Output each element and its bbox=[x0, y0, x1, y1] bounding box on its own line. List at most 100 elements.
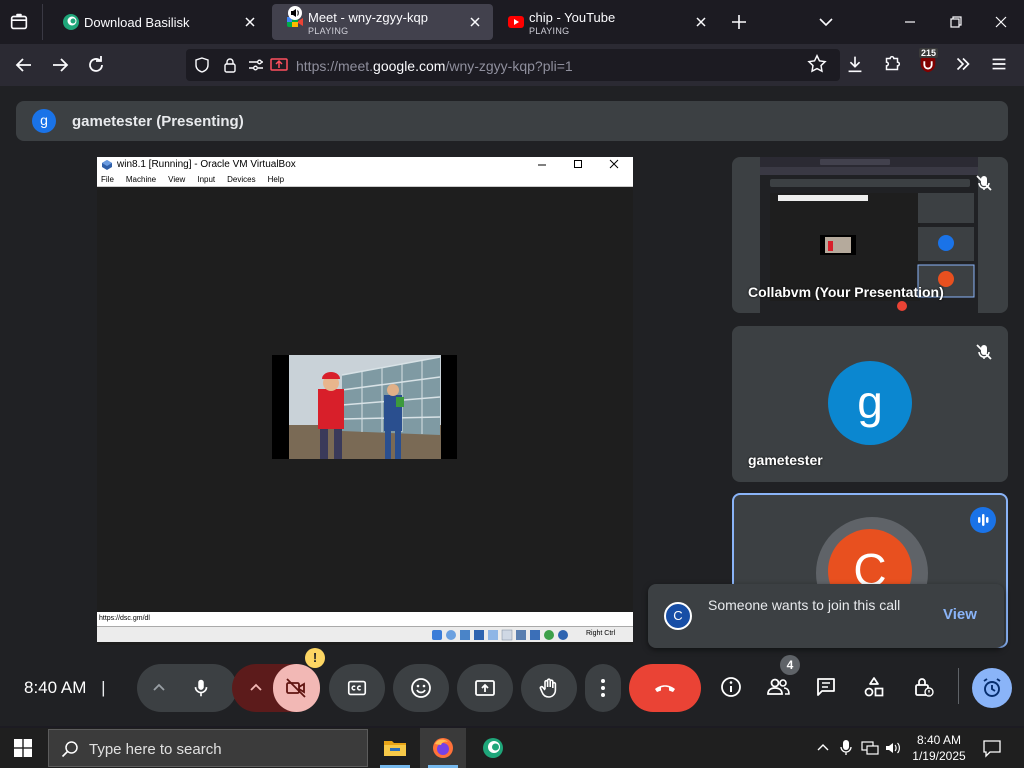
list-tabs-chevron-icon[interactable] bbox=[816, 12, 836, 32]
people-count-badge: 4 bbox=[780, 655, 800, 675]
vm-window-titlebar: win8.1 [Running] - Oracle VM VirtualBox bbox=[97, 157, 633, 173]
extension-badge: 215 bbox=[919, 48, 939, 58]
show-hidden-icons-chevron-icon[interactable] bbox=[815, 740, 831, 756]
mic-control-group bbox=[137, 664, 237, 712]
tab-playing-label: PLAYING bbox=[308, 26, 349, 36]
taskbar-date: 1/19/2025 bbox=[912, 749, 966, 763]
controls-divider bbox=[958, 668, 959, 704]
captions-button[interactable] bbox=[329, 664, 385, 712]
people-icon[interactable]: 4 bbox=[762, 655, 800, 703]
restore-icon[interactable] bbox=[946, 12, 966, 32]
taskbar-time: 8:40 AM bbox=[916, 733, 962, 747]
muted-mic-icon bbox=[974, 342, 994, 362]
participant-tile-gametester[interactable]: g gametester bbox=[732, 326, 1008, 482]
minimize-icon[interactable] bbox=[900, 12, 920, 32]
url-text[interactable]: https://meet.google.com/wny-zgyy-kqp?pli… bbox=[296, 58, 573, 74]
close-window-icon[interactable] bbox=[991, 12, 1011, 32]
audio-playing-icon[interactable] bbox=[288, 6, 302, 20]
ublock-extension-icon[interactable]: 215 bbox=[917, 48, 941, 77]
tab-divider bbox=[42, 4, 43, 40]
requester-avatar: C bbox=[664, 602, 692, 630]
tab-title: Download Basilisk bbox=[84, 15, 190, 30]
firefox-view-icon[interactable] bbox=[8, 11, 32, 35]
overflow-chevrons-icon[interactable] bbox=[952, 53, 976, 77]
camera-control-group: ! bbox=[232, 648, 325, 712]
participant-name: gametester bbox=[748, 452, 823, 468]
camera-warning-badge: ! bbox=[305, 648, 325, 668]
participant-tile-presentation[interactable]: Collabvm (Your Presentation) bbox=[732, 157, 1008, 313]
tracking-shield-icon[interactable] bbox=[194, 57, 210, 73]
hamburger-menu-icon[interactable] bbox=[988, 53, 1012, 77]
firefox-taskbar-icon[interactable] bbox=[420, 728, 466, 768]
windows-start-icon[interactable] bbox=[14, 739, 32, 757]
file-explorer-icon[interactable] bbox=[372, 728, 418, 768]
emoji-reactions-button[interactable] bbox=[393, 664, 449, 712]
vm-device-status-icons bbox=[430, 629, 580, 641]
virtualbox-icon bbox=[101, 159, 113, 171]
tab-title: Meet - wny-zgyy-kqp bbox=[308, 10, 428, 25]
raise-hand-button[interactable] bbox=[521, 664, 577, 712]
notifications-icon[interactable] bbox=[982, 738, 1002, 758]
activities-icon[interactable] bbox=[858, 671, 890, 703]
presented-screen[interactable]: win8.1 [Running] - Oracle VM VirtualBox … bbox=[97, 157, 633, 645]
more-options-button[interactable] bbox=[585, 664, 621, 712]
close-tab-icon[interactable] bbox=[693, 14, 709, 30]
join-request-text: Someone wants to join this call bbox=[708, 597, 901, 613]
close-tab-icon[interactable] bbox=[242, 14, 258, 30]
present-screen-button[interactable] bbox=[457, 664, 513, 712]
camera-off-button[interactable] bbox=[273, 664, 320, 712]
vm-menu-item: Help bbox=[267, 175, 285, 184]
presenter-label: gametester (Presenting) bbox=[72, 113, 244, 130]
vm-close-icon bbox=[609, 159, 619, 169]
tab-download-basilisk[interactable]: Download Basilisk bbox=[48, 4, 268, 40]
meeting-details-info-icon[interactable] bbox=[715, 671, 747, 703]
lock-icon[interactable] bbox=[222, 57, 238, 73]
vm-menu-item: Input bbox=[197, 175, 216, 184]
chat-icon[interactable] bbox=[810, 671, 842, 703]
search-placeholder: Type here to search bbox=[89, 741, 222, 758]
reload-icon[interactable] bbox=[84, 53, 108, 77]
taskbar-clock[interactable]: 8:40 AM 1/19/2025 bbox=[904, 732, 974, 764]
forward-arrow-icon[interactable] bbox=[48, 53, 72, 77]
vm-minimize-icon bbox=[537, 159, 547, 169]
volume-icon[interactable] bbox=[884, 740, 902, 756]
browser-tab-bar: Download Basilisk Meet - wny-zgyy-kqp PL… bbox=[0, 0, 1024, 44]
vm-menu-bar: File Machine View Input Devices Help bbox=[97, 173, 633, 187]
timer-alarm-button[interactable] bbox=[972, 668, 1012, 708]
network-icon[interactable] bbox=[861, 740, 879, 756]
screen-share-indicator-icon[interactable] bbox=[270, 57, 288, 73]
vm-menu-item: Machine bbox=[125, 175, 157, 184]
downloads-icon[interactable] bbox=[844, 53, 868, 77]
microphone-button[interactable] bbox=[177, 664, 225, 712]
host-controls-lock-icon[interactable] bbox=[907, 671, 939, 703]
vm-video-frame bbox=[272, 355, 457, 459]
extensions-puzzle-icon[interactable] bbox=[881, 53, 905, 77]
microphone-tray-icon[interactable] bbox=[838, 739, 854, 757]
vm-host-key-label: Right Ctrl bbox=[586, 630, 616, 637]
audio-options-chevron-icon[interactable] bbox=[147, 676, 171, 700]
tab-meet-active[interactable]: Meet - wny-zgyy-kqp PLAYING bbox=[272, 4, 493, 40]
permissions-icon[interactable] bbox=[248, 57, 264, 73]
basilisk-taskbar-icon[interactable] bbox=[470, 728, 516, 768]
tab-playing-label: PLAYING bbox=[529, 26, 570, 36]
navigation-toolbar: https://meet.google.com/wny-zgyy-kqp?pli… bbox=[0, 44, 1024, 86]
leave-call-button[interactable] bbox=[629, 664, 701, 712]
taskbar-search-box[interactable]: Type here to search bbox=[48, 729, 368, 767]
close-tab-icon[interactable] bbox=[467, 14, 483, 30]
view-join-request-button[interactable]: View bbox=[943, 606, 977, 623]
bookmark-star-icon[interactable] bbox=[806, 53, 830, 77]
join-request-toast: C Someone wants to join this call View bbox=[648, 584, 1004, 648]
youtube-icon bbox=[507, 13, 525, 31]
search-icon bbox=[61, 740, 79, 758]
url-bar[interactable]: https://meet.google.com/wny-zgyy-kqp?pli… bbox=[186, 49, 840, 81]
basilisk-icon bbox=[62, 13, 80, 31]
meeting-clock: 8:40 AM | bbox=[24, 678, 106, 698]
back-arrow-icon[interactable] bbox=[12, 53, 36, 77]
muted-mic-icon bbox=[974, 173, 994, 193]
vm-menu-item: View bbox=[168, 175, 186, 184]
video-options-chevron-icon[interactable] bbox=[244, 676, 268, 700]
windows-taskbar: Type here to search 8:40 AM 1/19/2025 bbox=[0, 728, 1024, 768]
vm-status-bar: Right Ctrl bbox=[97, 626, 633, 642]
new-tab-icon[interactable] bbox=[729, 12, 749, 32]
tab-youtube[interactable]: chip - YouTube PLAYING bbox=[497, 4, 719, 40]
